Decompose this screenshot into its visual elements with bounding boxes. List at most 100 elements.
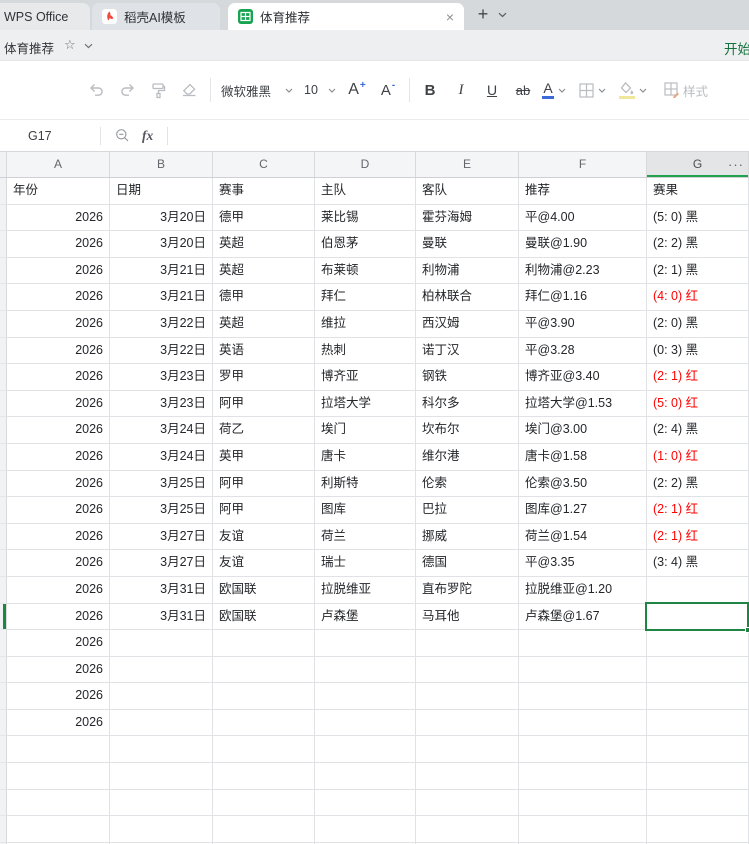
cell[interactable]: 莱比锡: [315, 204, 416, 232]
cell[interactable]: 热刺: [315, 337, 416, 365]
cell[interactable]: (5: 0) 红: [647, 390, 749, 418]
cell[interactable]: [213, 789, 315, 817]
row-header-sliver[interactable]: [0, 816, 7, 843]
cell[interactable]: [416, 656, 519, 684]
cell[interactable]: 3月31日: [110, 603, 213, 631]
cell[interactable]: [315, 709, 416, 737]
cell[interactable]: 埃门@3.00: [519, 417, 647, 444]
cell[interactable]: 德甲: [213, 284, 315, 311]
row-header-sliver[interactable]: [0, 576, 7, 604]
cell[interactable]: 西汉姆: [416, 310, 519, 338]
cell[interactable]: [647, 816, 749, 843]
tab-list-chevron-icon[interactable]: [498, 12, 507, 18]
row-header-sliver[interactable]: [0, 337, 7, 365]
cell[interactable]: [110, 763, 213, 790]
cell[interactable]: [519, 736, 647, 764]
cell[interactable]: 拉塔大学@1.53: [519, 390, 647, 418]
cell[interactable]: 图库: [315, 497, 416, 524]
cell[interactable]: [416, 736, 519, 764]
cell[interactable]: [647, 709, 749, 737]
cell[interactable]: [110, 736, 213, 764]
cell[interactable]: (2: 4) 黑: [647, 417, 749, 444]
cell[interactable]: [416, 816, 519, 843]
cell[interactable]: 阿甲: [213, 497, 315, 524]
tab-sports-doc[interactable]: 体育推荐 ×: [228, 3, 464, 30]
cell[interactable]: 德甲: [213, 204, 315, 232]
row-header-sliver[interactable]: [0, 736, 7, 764]
cell[interactable]: 瑞士: [315, 550, 416, 577]
cell[interactable]: 荷兰: [315, 523, 416, 551]
new-tab-button[interactable]: +: [472, 3, 494, 27]
cell[interactable]: [315, 630, 416, 657]
cell[interactable]: [647, 576, 749, 604]
font-color-chevron-icon[interactable]: [558, 88, 566, 93]
cell[interactable]: 英甲: [213, 443, 315, 471]
cell[interactable]: 3月31日: [110, 576, 213, 604]
cell[interactable]: 拉脱维亚@1.20: [519, 576, 647, 604]
cell[interactable]: 2026: [7, 390, 110, 418]
cell[interactable]: (5: 0) 黑: [647, 204, 749, 232]
cell[interactable]: [7, 763, 110, 790]
more-columns-button[interactable]: ···: [728, 152, 744, 177]
cell[interactable]: [315, 789, 416, 817]
select-all-corner[interactable]: [0, 152, 7, 177]
cell[interactable]: 2026: [7, 683, 110, 710]
cell[interactable]: [647, 603, 749, 631]
cell[interactable]: (0: 3) 黑: [647, 337, 749, 365]
cell[interactable]: 3月25日: [110, 497, 213, 524]
column-header-A[interactable]: A: [7, 152, 110, 177]
cell[interactable]: 柏林联合: [416, 284, 519, 311]
cell[interactable]: 赛果: [647, 178, 749, 205]
cell[interactable]: 2026: [7, 443, 110, 471]
cell[interactable]: [647, 683, 749, 710]
cell[interactable]: (2: 2) 黑: [647, 470, 749, 498]
cell[interactable]: 2026: [7, 630, 110, 657]
cell[interactable]: 年份: [7, 178, 110, 205]
cell[interactable]: 阿甲: [213, 470, 315, 498]
cell[interactable]: 2026: [7, 497, 110, 524]
row-header-sliver[interactable]: [0, 257, 7, 285]
cell[interactable]: 3月24日: [110, 417, 213, 444]
cell[interactable]: 平@3.90: [519, 310, 647, 338]
cell[interactable]: 图库@1.27: [519, 497, 647, 524]
cell[interactable]: [647, 656, 749, 684]
cell[interactable]: [315, 683, 416, 710]
cell[interactable]: 2026: [7, 576, 110, 604]
cell[interactable]: [416, 683, 519, 710]
eraser-button[interactable]: [177, 76, 201, 104]
cell[interactable]: 霍芬海姆: [416, 204, 519, 232]
cell[interactable]: 2026: [7, 603, 110, 631]
cell[interactable]: 2026: [7, 709, 110, 737]
row-header-sliver[interactable]: [0, 789, 7, 817]
cell[interactable]: [519, 683, 647, 710]
cell[interactable]: 罗甲: [213, 364, 315, 391]
cell[interactable]: (2: 0) 黑: [647, 310, 749, 338]
cell[interactable]: [7, 789, 110, 817]
font-size-select[interactable]: 10: [302, 76, 338, 104]
cell[interactable]: 伦索@3.50: [519, 470, 647, 498]
row-header-sliver[interactable]: [0, 364, 7, 391]
strikethrough-button[interactable]: ab: [511, 76, 535, 104]
cell[interactable]: [519, 763, 647, 790]
cell[interactable]: (2: 1) 红: [647, 497, 749, 524]
cell[interactable]: 2026: [7, 523, 110, 551]
cell[interactable]: 赛事: [213, 178, 315, 205]
borders-chevron-icon[interactable]: [598, 88, 606, 93]
cell[interactable]: 利斯特: [315, 470, 416, 498]
cell[interactable]: 3月21日: [110, 257, 213, 285]
cell[interactable]: 拜仁: [315, 284, 416, 311]
cell[interactable]: 2026: [7, 284, 110, 311]
row-header-sliver[interactable]: [0, 603, 7, 631]
column-header-D[interactable]: D: [315, 152, 416, 177]
cell[interactable]: [213, 630, 315, 657]
cell[interactable]: 马耳他: [416, 603, 519, 631]
cell[interactable]: 2026: [7, 257, 110, 285]
cell[interactable]: [416, 630, 519, 657]
cell[interactable]: 拉脱维亚: [315, 576, 416, 604]
column-header-C[interactable]: C: [213, 152, 315, 177]
cell[interactable]: [519, 789, 647, 817]
increase-font-size-button[interactable]: A +: [345, 76, 369, 104]
cell[interactable]: 荷乙: [213, 417, 315, 444]
cell[interactable]: [315, 763, 416, 790]
row-header-sliver[interactable]: [0, 709, 7, 737]
